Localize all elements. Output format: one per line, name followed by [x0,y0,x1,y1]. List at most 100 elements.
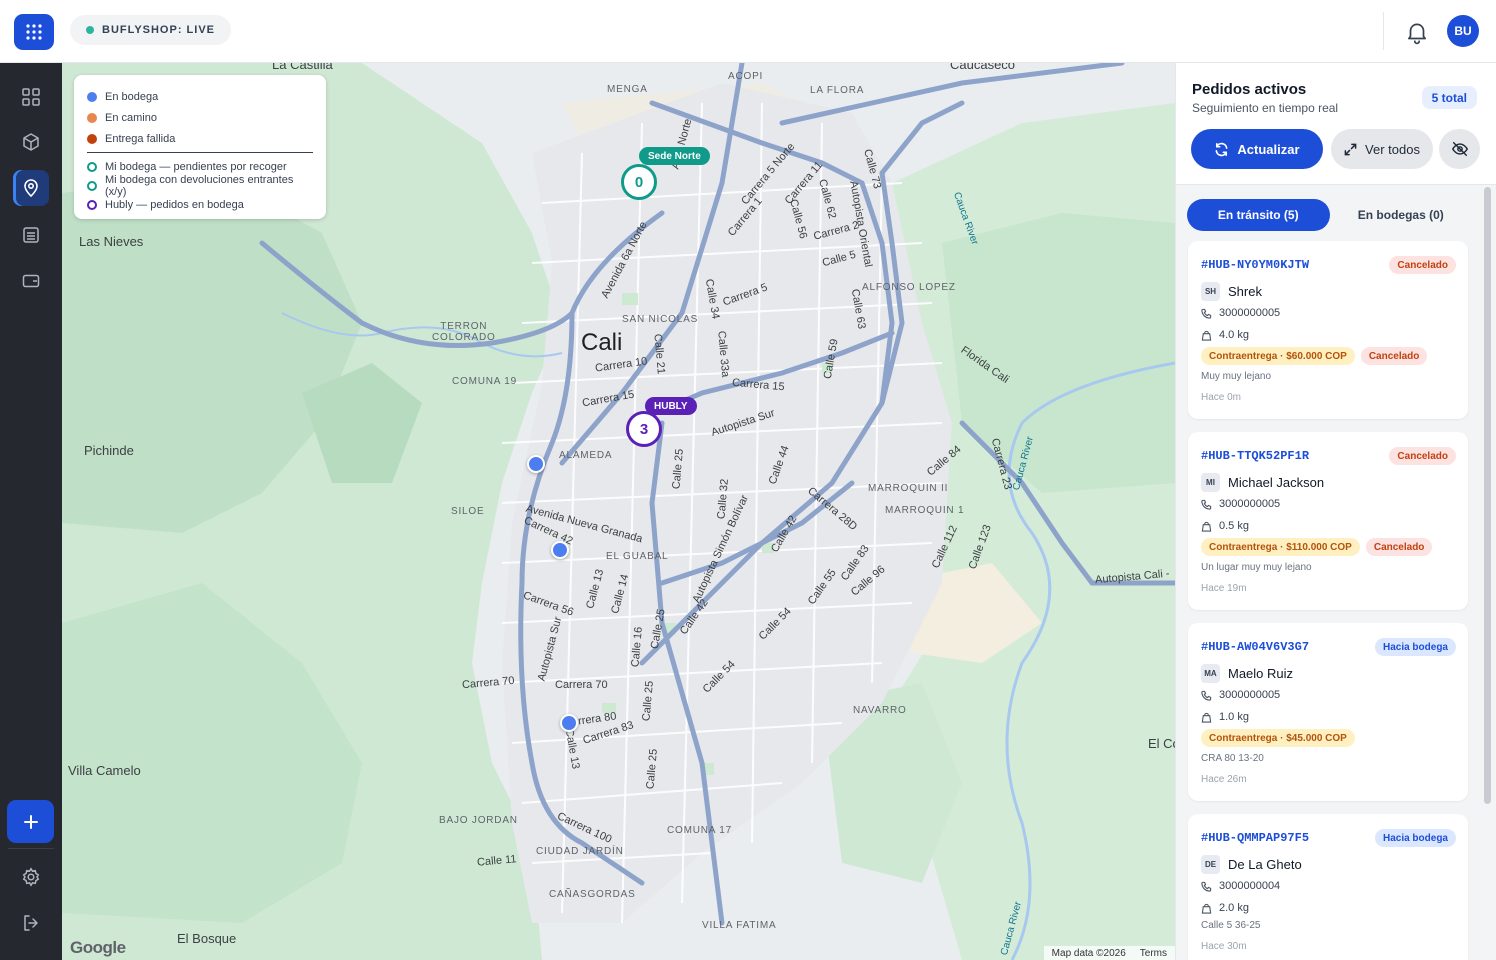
map-label-alfonso-lopez: ALFONSO LOPEZ [862,282,956,293]
legend-ring-icon [87,161,97,172]
order-id[interactable]: #HUB-QMMPAP97F5 [1201,831,1309,845]
map-label-caucaseco: Caucaseco [950,63,1016,72]
order-tags: Contraentrega · $60.000 COP Cancelado [1201,347,1428,365]
legend-item: Mi bodega con devoluciones entrantes (x/… [87,174,313,198]
hide-map-toggle[interactable] [1439,129,1480,169]
sidebar-item-logout[interactable] [13,905,49,941]
map-terms-link[interactable]: Terms [1140,948,1167,959]
customer-row: SH Shrek [1201,282,1262,301]
weight-row: 4.0 kg [1201,329,1249,341]
map-label-pichinde: Pichinde [84,443,134,458]
sidebar-item-wallet[interactable] [13,263,49,299]
map-label-bajo-jordan: BAJO JORDAN [439,815,518,826]
view-all-button[interactable]: Ver todos [1331,129,1433,169]
panel-header: Pedidos activos Seguimiento en tiempo re… [1176,63,1496,185]
legend-dot-icon [87,112,97,123]
customer-name: Maelo Ruiz [1228,666,1294,681]
tab-in-transit[interactable]: En tránsito (5) [1187,199,1330,231]
phone-number: 3000000005 [1219,307,1281,319]
delivery-map[interactable]: La Castilla Caucaseco ACOPI MENGA LA FLO… [62,63,1175,960]
notifications-bell-icon[interactable] [1404,19,1430,45]
weight-icon [1201,330,1212,341]
cod-tag: Contraentrega · $45.000 COP [1201,729,1355,747]
map-label-marroquin-1: MARROQUIN 1 [885,505,965,516]
status-badge: Cancelado [1389,447,1456,465]
status-badge: Cancelado [1389,256,1456,274]
store-status-pill[interactable]: BUFLYSHOP: LIVE [70,15,231,45]
user-avatar[interactable]: BU [1447,15,1479,47]
order-id[interactable]: #HUB-AW04V6V3G7 [1201,640,1309,654]
map-label-ciudad-jardin: CIUDAD JARDÍN [536,846,624,857]
customer-initials-avatar: MA [1201,664,1220,683]
map-label-menga: MENGA [607,84,648,95]
sidebar-item-packages[interactable] [13,124,49,160]
legend-item: Entrega fallida [87,128,313,149]
sidebar-item-map[interactable] [13,170,49,206]
sidebar-item-dashboard[interactable] [13,79,49,115]
weight-row: 1.0 kg [1201,711,1249,723]
order-id[interactable]: #HUB-NY0YM0KJTW [1201,258,1309,272]
order-age: Hace 0m [1201,392,1242,403]
order-card[interactable]: #HUB-AW04V6V3G7 Hacia bodega MA Maelo Ru… [1188,623,1468,801]
sidebar-item-orders[interactable] [13,217,49,253]
store-status-label: BUFLYSHOP: LIVE [102,24,215,36]
order-card[interactable]: #HUB-QMMPAP97F5 Hacia bodega DE De La Gh… [1188,814,1468,960]
package-weight: 4.0 kg [1219,329,1249,341]
phone-row: 3000000005 [1201,689,1280,701]
phone-icon [1201,690,1212,701]
map-label-siloe: SILOE [451,506,485,517]
map-label-las-nieves: Las Nieves [79,234,144,249]
customer-row: DE De La Gheto [1201,855,1302,874]
order-card[interactable]: #HUB-NY0YM0KJTW Cancelado SH Shrek 30000… [1188,241,1468,419]
panel-subtitle: Seguimiento en tiempo real [1192,101,1339,115]
map-label-acopi: ACOPI [728,71,764,82]
expand-icon [1344,143,1357,155]
weight-row: 2.0 kg [1201,902,1249,914]
legend-dot-icon [87,133,97,144]
legend-item: En camino [87,107,313,128]
phone-icon [1201,881,1212,892]
order-card[interactable]: #HUB-TTQK52PF1R Cancelado MI Michael Jac… [1188,432,1468,610]
order-age: Hace 19m [1201,583,1247,594]
delivery-address: CRA 80 13-20 [1201,753,1264,764]
create-order-button[interactable] [7,800,54,843]
map-label-el-bosque: El Bosque [177,931,237,946]
live-status-dot [86,26,94,34]
tab-in-warehouses[interactable]: En bodegas (0) [1330,199,1473,231]
weight-icon [1201,712,1212,723]
phone-icon [1201,308,1212,319]
delivery-address: Muy muy lejano [1201,371,1272,382]
phone-icon [1201,499,1212,510]
order-id[interactable]: #HUB-TTQK52PF1R [1201,449,1309,463]
map-label-la-flora: LA FLORA [810,85,865,96]
customer-row: MI Michael Jackson [1201,473,1324,492]
phone-number: 3000000005 [1219,498,1281,510]
top-bar: BUFLYSHOP: LIVE BU [0,0,1496,63]
legend-dot-icon [87,91,97,102]
legend-ring-icon [87,199,97,210]
apps-menu-button[interactable] [14,14,54,50]
package-weight: 2.0 kg [1219,902,1249,914]
total-count-badge: 5 total [1421,86,1477,109]
cluster-hubly[interactable]: 3 [626,411,662,447]
refresh-button[interactable]: Actualizar [1191,129,1323,169]
cluster-sede-norte[interactable]: 0 [621,164,657,200]
legend-ring-icon [87,180,97,191]
order-marker-en-bodega[interactable] [560,714,578,732]
customer-row: MA Maelo Ruiz [1201,664,1293,683]
map-label-san-nicolas: SAN NICOLAS [622,314,699,325]
order-marker-en-bodega[interactable] [527,455,545,473]
plus-icon [23,814,38,829]
map-label-navarro: NAVARRO [853,705,907,716]
sidebar-item-settings[interactable] [13,859,49,895]
status-badge: Hacia bodega [1374,829,1456,847]
order-marker-en-bodega[interactable] [551,541,569,559]
panel-scrollbar[interactable] [1484,187,1491,804]
list-icon [23,227,39,243]
google-logo: Google [70,938,126,957]
customer-initials-avatar: DE [1201,855,1220,874]
package-icon [23,133,39,151]
topbar-divider [1383,12,1384,50]
map-label-el-co: El Co [1148,736,1175,751]
map-label-el-guabal: EL GUABAL [606,551,669,562]
